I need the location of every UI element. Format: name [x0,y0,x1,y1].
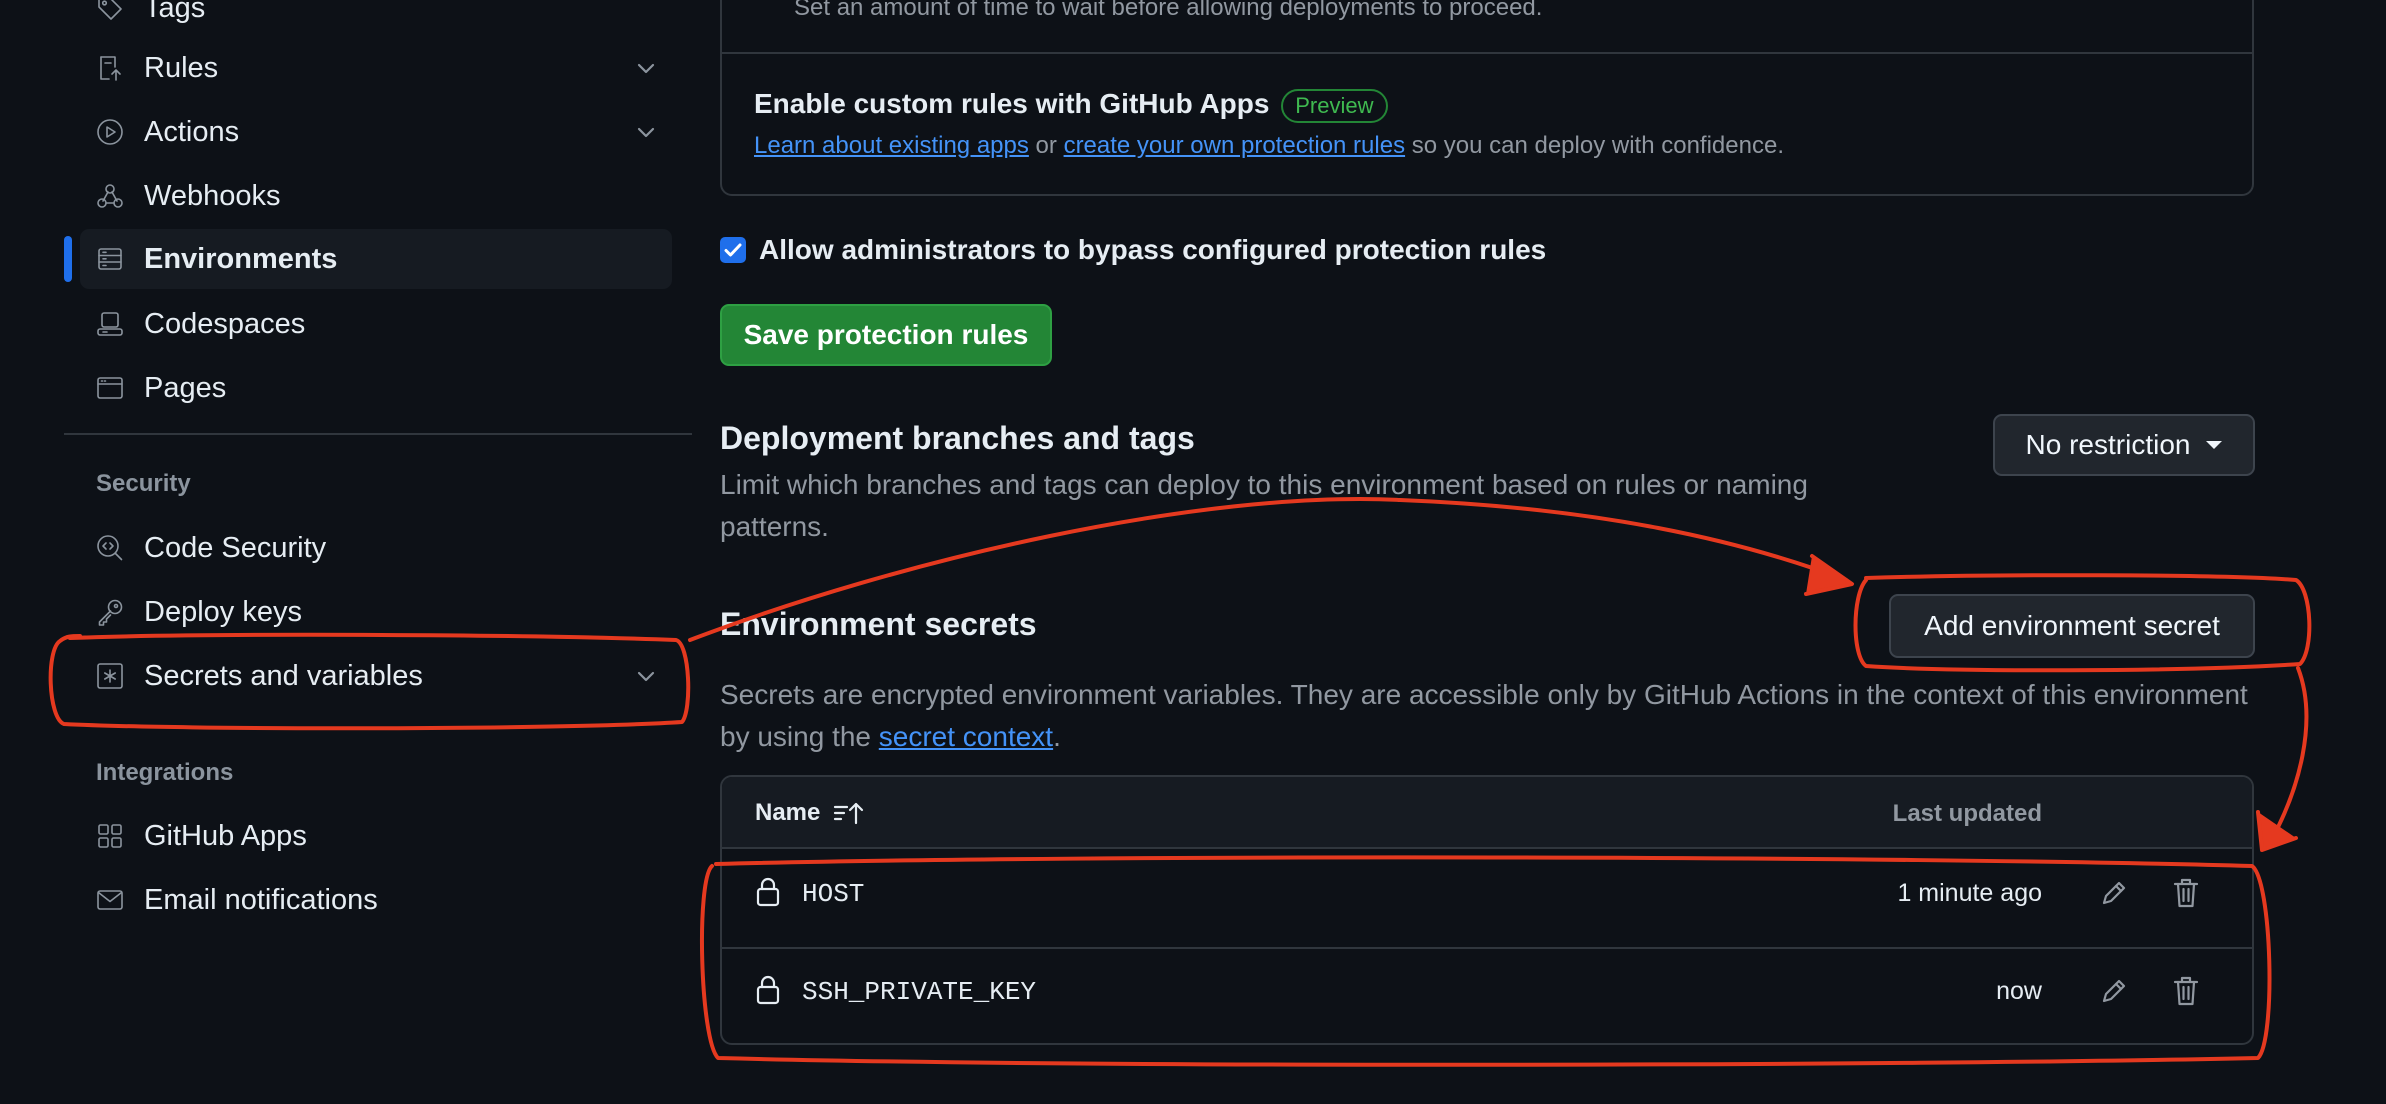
sidebar-item-rules[interactable]: Rules [80,38,672,98]
sidebar-item-code-security[interactable]: Code Security [80,518,672,578]
name-column-header[interactable]: Name [755,799,866,827]
save-protection-rules-button[interactable]: Save protection rules [720,304,1052,366]
environment-secrets-description: Secrets are encrypted environment variab… [720,674,2280,758]
add-environment-secret-button[interactable]: Add environment secret [1889,594,2255,658]
custom-rules-description: Learn about existing apps or create your… [754,132,1784,160]
sidebar-item-label: GitHub Apps [144,820,307,852]
sidebar-item-label: Secrets and variables [144,660,423,692]
webhook-icon [95,181,125,211]
learn-apps-link[interactable]: Learn about existing apps [754,132,1029,159]
sidebar-item-label: Environments [144,243,338,275]
apps-icon [95,821,125,851]
section-heading-integrations: Integrations [96,759,234,786]
codescan-icon [95,533,125,563]
sidebar-item-github-apps[interactable]: GitHub Apps [80,806,672,866]
dropdown-value: No restriction [2025,429,2191,460]
secret-context-link[interactable]: secret context [879,721,1053,752]
table-row: HOST 1 minute ago [722,851,2252,947]
secrets-table: Name Last updated HOST 1 minute ago SSH_… [720,775,2254,1045]
tag-icon [95,0,125,23]
table-row: SSH_PRIVATE_KEY now [722,949,2252,1043]
secret-last-updated: now [1996,977,2042,1005]
sidebar-item-secrets-and-variables[interactable]: Secrets and variables [80,646,672,706]
sidebar-item-email-notifications[interactable]: Email notifications [80,870,672,930]
secrets-desc-end: . [1053,721,1061,752]
sidebar-item-label: Codespaces [144,308,306,340]
sidebar-item-label: Code Security [144,532,327,564]
delete-trash-icon[interactable] [2170,876,2202,910]
column-label: Name [755,799,821,826]
sidebar-item-actions[interactable]: Actions [80,102,672,162]
sidebar-item-label: Rules [144,52,219,84]
create-rules-link[interactable]: create your own protection rules [1064,132,1406,159]
rules-icon [95,53,125,83]
sidebar-item-label: Tags [144,0,206,24]
chevron-down-icon[interactable] [634,664,658,688]
sort-icon[interactable] [832,799,866,827]
section-heading-security: Security [96,470,191,497]
wait-timer-description: Set an amount of time to wait before all… [794,0,1543,21]
active-indicator [64,236,72,282]
sidebar-item-label: Email notifications [144,884,378,916]
bypass-label[interactable]: Allow administrators to bypass configure… [759,234,1546,266]
sidebar-divider [64,433,692,435]
chevron-down-icon[interactable] [634,120,658,144]
deployment-branches-title: Deployment branches and tags [720,420,1195,456]
sidebar-item-pages[interactable]: Pages [80,358,672,418]
annotation-arrowhead-rows [2256,810,2298,852]
preview-badge: Preview [1281,88,1388,123]
sidebar-item-webhooks[interactable]: Webhooks [80,166,672,226]
sidebar-item-label: Pages [144,372,227,404]
server-icon [95,244,125,274]
or-text: or [1028,132,1064,159]
lock-icon [754,875,782,907]
delete-trash-icon[interactable] [2170,974,2202,1008]
edit-pencil-icon[interactable] [2098,877,2130,909]
sidebar-item-label: Deploy keys [144,596,302,628]
environment-secrets-title: Environment secrets [720,606,1037,642]
panel-divider [720,52,2254,54]
sidebar-item-label: Webhooks [144,180,281,212]
codespaces-icon [95,309,125,339]
bypass-checkbox[interactable] [720,237,746,263]
deployment-branches-description: Limit which branches and tags can deploy… [720,469,1808,542]
asterisk-icon [95,661,125,691]
custom-rules-title: Enable custom rules with GitHub Apps Pre… [754,88,1388,123]
lock-icon [754,973,782,1005]
sidebar-item-label: Actions [144,116,240,148]
annotation-arrowhead-button [1804,554,1854,596]
sidebar-item-environments[interactable]: Environments [80,229,672,289]
deployment-branch-dropdown[interactable]: No restriction [1993,414,2255,476]
last-updated-column-header: Last updated [1892,800,2042,827]
browser-icon [95,373,125,403]
secret-last-updated: 1 minute ago [1897,879,2042,907]
secret-name: HOST [802,879,865,909]
key-icon [95,597,125,627]
sidebar-item-codespaces[interactable]: Codespaces [80,294,672,354]
chevron-down-icon[interactable] [634,56,658,80]
mail-icon [95,885,125,915]
sidebar-item-deploy-keys[interactable]: Deploy keys [80,582,672,642]
caret-down-icon [2206,441,2223,449]
secret-name: SSH_PRIVATE_KEY [802,977,1037,1007]
confidence-text: so you can deploy with confidence. [1405,132,1784,159]
custom-rules-title-text: Enable custom rules with GitHub Apps [754,88,1270,119]
sidebar-item-tags[interactable]: Tags [80,0,672,38]
edit-pencil-icon[interactable] [2098,975,2130,1007]
play-icon [95,117,125,147]
table-header: Name Last updated [722,777,2252,849]
